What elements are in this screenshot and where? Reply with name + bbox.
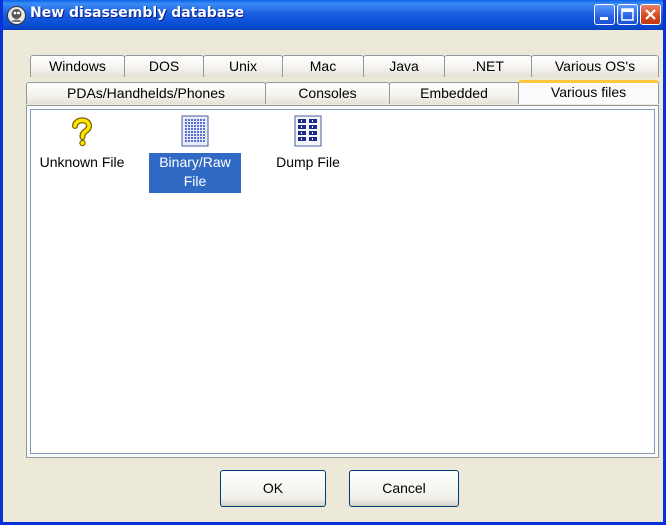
dump-file-icon	[294, 115, 322, 147]
file-type-list[interactable]: Unknown File Binary/Raw File Dump File	[30, 109, 655, 454]
item-label: Unknown File	[39, 154, 125, 170]
tab-pdas-handhelds-phones[interactable]: PDAs/Handhelds/Phones	[26, 82, 266, 104]
item-label: Binary/Raw File	[149, 153, 241, 193]
tab-mac[interactable]: Mac	[282, 55, 364, 77]
binary-file-icon	[181, 115, 209, 147]
close-button[interactable]	[640, 4, 661, 25]
tab-java[interactable]: Java	[363, 55, 445, 77]
tab-embedded[interactable]: Embedded	[389, 82, 519, 104]
tab-various-files[interactable]: Various files	[518, 80, 659, 104]
tab-panel: Unknown File Binary/Raw File Dump File	[26, 105, 659, 458]
minimize-icon	[600, 17, 608, 20]
list-item-dump-file[interactable]: Dump File	[257, 115, 359, 172]
cancel-button[interactable]: Cancel	[349, 470, 459, 507]
tab-dotnet[interactable]: .NET	[444, 55, 532, 77]
item-label-line-1: Binary/Raw	[159, 154, 231, 170]
minimize-button[interactable]	[594, 4, 615, 25]
ok-button[interactable]: OK	[220, 470, 326, 507]
item-label-line-2: File	[183, 173, 207, 189]
tab-unix[interactable]: Unix	[203, 55, 283, 77]
tab-windows[interactable]: Windows	[30, 55, 125, 77]
question-mark-icon	[72, 117, 93, 147]
ida-app-icon	[7, 6, 26, 25]
dialog-window: New disassembly database Windows DOS Uni…	[0, 0, 666, 525]
maximize-icon	[621, 8, 634, 21]
window-title: New disassembly database	[30, 5, 245, 21]
item-label: Dump File	[276, 154, 340, 170]
list-item-binary-raw-file[interactable]: Binary/Raw File	[144, 115, 246, 193]
tab-dos[interactable]: DOS	[124, 55, 204, 77]
tab-various-os[interactable]: Various OS's	[531, 55, 659, 77]
title-bar[interactable]: New disassembly database	[3, 0, 663, 30]
tab-consoles[interactable]: Consoles	[265, 82, 390, 104]
close-icon	[645, 9, 656, 20]
list-item-unknown-file[interactable]: Unknown File	[31, 115, 133, 172]
maximize-button[interactable]	[617, 4, 638, 25]
